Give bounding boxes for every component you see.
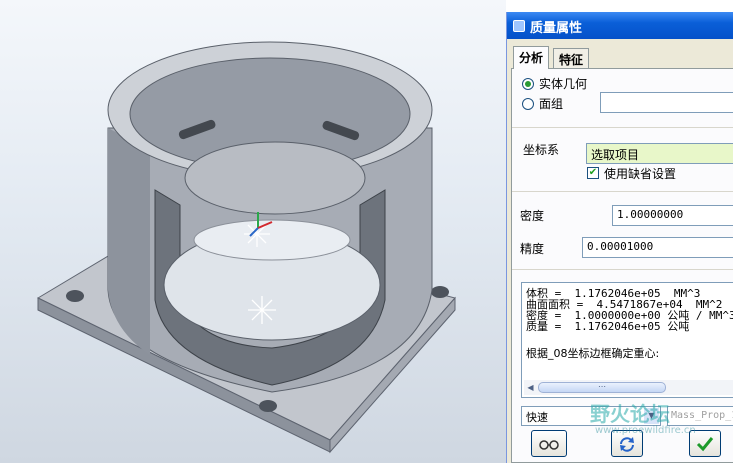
divider bbox=[512, 191, 733, 192]
scroll-left-icon[interactable]: ◀ bbox=[524, 381, 537, 394]
divider bbox=[512, 127, 733, 128]
analysis-panel: 实体几何 面组 坐标系 选取项目 ✔ 使用缺省设置 密度 1.00000000 … bbox=[511, 68, 733, 463]
divider bbox=[512, 269, 733, 270]
horizontal-scrollbar[interactable]: ◀ ⋯ bbox=[524, 380, 733, 395]
glasses-icon bbox=[539, 440, 559, 450]
preview-button[interactable] bbox=[531, 430, 567, 457]
window-icon bbox=[513, 20, 525, 32]
mode-select-value: 快速 bbox=[526, 411, 548, 424]
part-model bbox=[36, 41, 456, 454]
scroll-thumb[interactable]: ⋯ bbox=[538, 382, 666, 393]
surface-input[interactable] bbox=[600, 92, 733, 113]
mass-properties-dialog: 质量属性 分析 特征 实体几何 面组 坐标系 选取项目 ✔ 使用缺省设置 密度 … bbox=[506, 12, 733, 463]
dialog-titlebar[interactable]: 质量属性 bbox=[507, 12, 733, 39]
checkmark-icon bbox=[696, 437, 714, 452]
tab-analysis[interactable]: 分析 bbox=[513, 46, 550, 69]
surface-label: 面组 bbox=[539, 97, 564, 111]
use-default-label: 使用缺省设置 bbox=[604, 167, 677, 181]
results-text: 体积 = 1.1762046e+05 MM^3 曲面面积 = 4.5471867… bbox=[526, 288, 733, 332]
solid-geometry-label: 实体几何 bbox=[539, 77, 588, 91]
accuracy-label: 精度 bbox=[520, 242, 545, 256]
results-box[interactable]: 体积 = 1.1762046e+05 MM^3 曲面面积 = 4.5471867… bbox=[521, 282, 733, 398]
flange-hole bbox=[259, 400, 277, 412]
model-viewport[interactable] bbox=[0, 0, 506, 463]
result-mass: 质量 = 1.1762046e+05 公吨 bbox=[526, 320, 690, 333]
center-of-gravity-note: 根据_08坐标边框确定重心: bbox=[526, 347, 660, 360]
density-input[interactable]: 1.00000000 bbox=[612, 205, 733, 226]
dialog-title: 质量属性 bbox=[530, 21, 583, 36]
ok-button[interactable] bbox=[689, 430, 721, 457]
coord-system-label: 坐标系 bbox=[523, 143, 560, 157]
mode-select[interactable]: 快速 ▼ bbox=[521, 406, 661, 426]
use-default-checkbox[interactable]: ✔ bbox=[587, 167, 599, 179]
tab-features[interactable]: 特征 bbox=[553, 48, 590, 69]
density-label: 密度 bbox=[520, 209, 545, 223]
repeat-button[interactable] bbox=[611, 430, 643, 457]
surface-radio[interactable] bbox=[522, 98, 534, 110]
flange-hole bbox=[431, 286, 449, 298]
solid-geometry-radio[interactable] bbox=[522, 78, 534, 90]
refresh-icon bbox=[620, 437, 634, 452]
flange-hole bbox=[66, 290, 84, 302]
accuracy-input[interactable]: 0.00001000 bbox=[582, 237, 733, 258]
analysis-name-field[interactable]: Mass_Prop_1 bbox=[667, 406, 733, 426]
select-item-button[interactable]: 选取项目 bbox=[586, 143, 733, 164]
chevron-down-icon[interactable]: ▼ bbox=[644, 408, 659, 424]
